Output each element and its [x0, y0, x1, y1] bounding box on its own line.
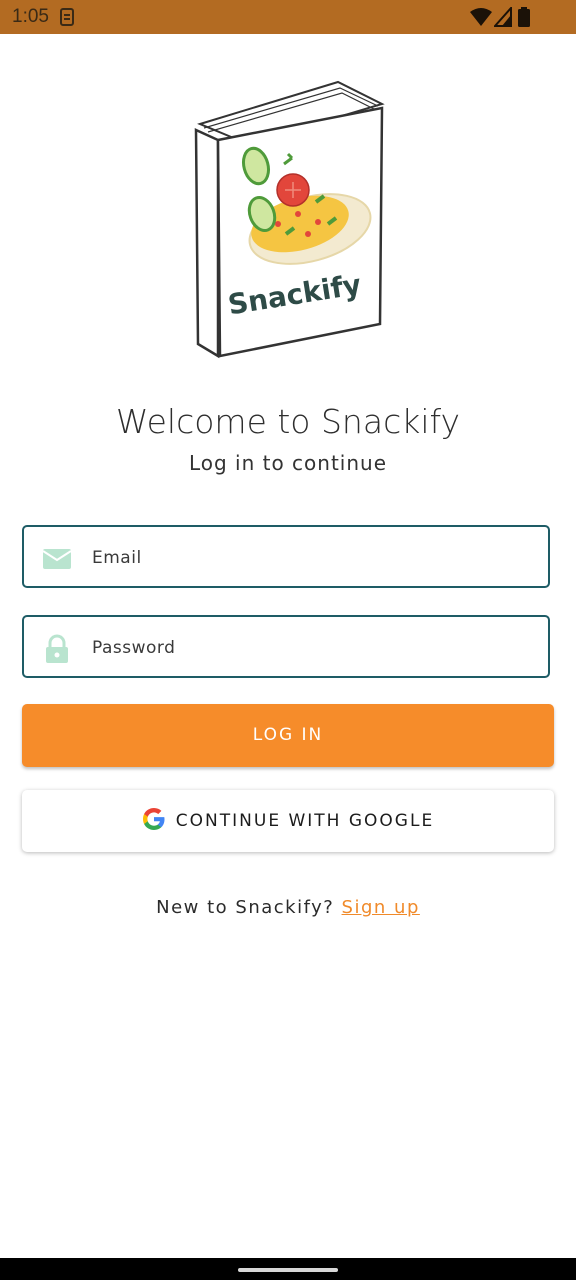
login-button[interactable]: LOG IN — [22, 704, 554, 767]
google-icon — [142, 808, 165, 830]
battery-icon — [518, 7, 530, 27]
email-field-container[interactable] — [22, 525, 550, 588]
status-time: 1:05 — [12, 6, 49, 27]
google-button-label: CONTINUE WITH GOOGLE — [175, 811, 435, 831]
home-gesture-handle[interactable] — [238, 1268, 338, 1272]
snackify-book-logo: Snackify — [194, 80, 385, 359]
email-field[interactable] — [90, 527, 534, 588]
signup-row: New to Snackify? Sign up — [0, 897, 576, 918]
signup-link[interactable]: Sign up — [342, 897, 420, 918]
status-bar: 1:05 — [0, 0, 576, 34]
sim-card-icon — [60, 8, 74, 26]
password-field-container[interactable] — [22, 615, 550, 678]
lock-icon — [46, 634, 68, 663]
google-signin-button[interactable]: CONTINUE WITH GOOGLE — [22, 790, 554, 852]
password-field[interactable] — [90, 617, 534, 678]
page-subtitle: Log in to continue — [188, 451, 388, 475]
signal-icon — [494, 7, 512, 27]
mail-icon — [42, 549, 72, 569]
page-title: Welcome to Snackify — [115, 402, 461, 441]
wifi-icon — [470, 8, 492, 26]
signup-prompt: New to Snackify? — [156, 897, 335, 918]
